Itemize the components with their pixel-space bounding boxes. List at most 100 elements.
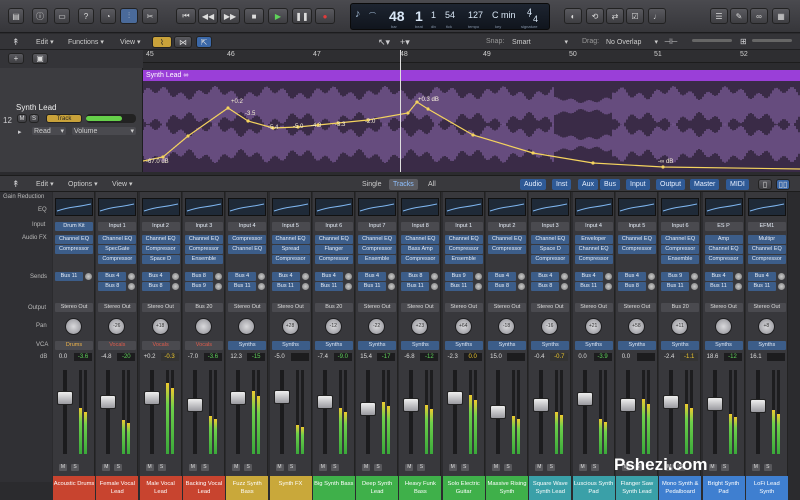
send-level-knob[interactable] bbox=[171, 283, 179, 290]
track-name-label[interactable]: Heavy Funk Bass bbox=[399, 476, 442, 500]
eq-thumbnail[interactable] bbox=[747, 198, 786, 216]
vca-assignment[interactable]: Synths bbox=[704, 341, 743, 350]
output-slot[interactable]: Stereo Out bbox=[747, 303, 786, 312]
audio-fx-slot[interactable]: Amp bbox=[704, 235, 743, 244]
mute-button[interactable]: M bbox=[17, 114, 27, 123]
send-slot[interactable]: Bus 4 bbox=[531, 272, 560, 281]
eq-thumbnail[interactable] bbox=[358, 198, 397, 216]
send-slot[interactable]: Bus 4 bbox=[141, 272, 170, 281]
volume-fader[interactable] bbox=[143, 391, 160, 405]
output-slot[interactable]: Stereo Out bbox=[141, 303, 180, 312]
pan-knob[interactable]: +28 bbox=[281, 318, 299, 335]
input-slot[interactable]: Input 6 bbox=[661, 222, 700, 231]
flex-icon[interactable]: ⋈ bbox=[174, 36, 192, 48]
fader-track[interactable] bbox=[625, 370, 630, 454]
audio-fx-slot[interactable]: Compressor bbox=[617, 245, 656, 254]
tab-all[interactable]: All bbox=[424, 179, 440, 190]
strip-solo-button[interactable]: S bbox=[330, 464, 339, 471]
input-slot[interactable]: Input 4 bbox=[228, 222, 267, 231]
pan-knob[interactable]: +58 bbox=[627, 318, 645, 335]
db-volume-value[interactable]: 15.0 bbox=[487, 353, 505, 361]
send-level-knob[interactable] bbox=[128, 283, 136, 290]
vca-assignment[interactable]: Synths bbox=[747, 341, 786, 350]
automation-node[interactable] bbox=[426, 107, 430, 111]
zoom-icon[interactable]: ⊞ bbox=[740, 37, 747, 46]
volume-fader[interactable] bbox=[576, 392, 593, 407]
filter-tab-input[interactable]: Input bbox=[626, 179, 650, 190]
send-level-knob[interactable] bbox=[258, 273, 266, 280]
send-level-knob[interactable] bbox=[301, 273, 309, 280]
send-level-knob[interactable] bbox=[777, 283, 785, 290]
output-slot[interactable]: Stereo Out bbox=[358, 303, 397, 312]
lcd-display[interactable]: ♪ ⌒ 48 1 1 54 127 C min 4 / 4 bar beat d… bbox=[350, 3, 550, 30]
play-icon[interactable]: ▶ bbox=[268, 8, 288, 24]
send-level-knob[interactable] bbox=[388, 273, 396, 280]
audio-fx-slot[interactable]: Ensemble bbox=[184, 255, 223, 264]
pointer-tool-icon[interactable]: ↖▾ bbox=[378, 37, 390, 48]
audio-fx-slot[interactable]: Channel EQ bbox=[184, 235, 223, 244]
audio-fx-slot[interactable]: Compressor bbox=[704, 255, 743, 264]
track-name-label[interactable]: Solo Electric Guitar bbox=[442, 476, 485, 500]
pan-knob[interactable]: +21 bbox=[584, 318, 602, 335]
automation-node[interactable] bbox=[226, 106, 230, 110]
output-slot[interactable]: Bus 20 bbox=[661, 303, 700, 312]
tab-single[interactable]: Single bbox=[358, 179, 385, 190]
send-slot[interactable]: Bus 9 bbox=[661, 272, 690, 281]
fader-track[interactable] bbox=[712, 370, 717, 454]
audio-fx-slot[interactable]: Multipr bbox=[747, 235, 786, 244]
volume-fader[interactable] bbox=[57, 391, 73, 405]
filter-tab-inst[interactable]: Inst bbox=[552, 179, 572, 190]
audio-fx-slot[interactable]: Compressor bbox=[574, 255, 613, 264]
volume-fader[interactable] bbox=[186, 398, 203, 412]
automation-node[interactable] bbox=[246, 119, 250, 123]
pan-knob[interactable] bbox=[65, 318, 82, 335]
audio-fx-slot[interactable]: Channel EQ bbox=[747, 245, 786, 254]
track-name-label[interactable]: Square Wave Synth Lead bbox=[529, 476, 572, 500]
eq-thumbnail[interactable] bbox=[444, 198, 483, 216]
track-name-label[interactable]: Big Synth Bass bbox=[312, 476, 355, 500]
eq-thumbnail[interactable] bbox=[314, 198, 353, 216]
solo-button[interactable]: S bbox=[29, 114, 39, 123]
audio-fx-slot[interactable]: Ensemble bbox=[358, 255, 397, 264]
volume-fader[interactable] bbox=[706, 396, 723, 411]
audio-fx-slot[interactable]: Compressor bbox=[358, 245, 397, 254]
output-slot[interactable]: Bus 20 bbox=[314, 303, 353, 312]
region-title-bar[interactable]: Synth Lead ∞ bbox=[143, 70, 800, 81]
track-name-label[interactable]: Mono Synth & Pedalboard bbox=[659, 476, 702, 500]
eq-thumbnail[interactable] bbox=[661, 198, 700, 216]
strip-solo-button[interactable]: S bbox=[374, 464, 383, 471]
send-level-knob[interactable] bbox=[214, 273, 222, 280]
automation-node[interactable] bbox=[591, 161, 595, 165]
send-level-knob[interactable] bbox=[647, 283, 655, 290]
strip-mute-button[interactable]: M bbox=[318, 464, 327, 471]
audio-fx-slot[interactable]: Ensemble bbox=[661, 255, 700, 264]
audio-fx-slot[interactable]: Flanger bbox=[314, 245, 353, 254]
vca-assignment[interactable]: Synths bbox=[271, 341, 310, 350]
eq-thumbnail[interactable] bbox=[401, 198, 440, 216]
send-slot[interactable]: Bus 8 bbox=[98, 282, 127, 291]
send-slot[interactable]: Bus 11 bbox=[271, 282, 300, 291]
send-slot[interactable]: Bus 11 bbox=[444, 282, 473, 291]
audio-fx-slot[interactable]: Channel EQ bbox=[574, 245, 613, 254]
pan-knob[interactable]: +18 bbox=[151, 318, 169, 335]
send-slot[interactable]: Bus 4 bbox=[98, 272, 127, 281]
send-level-knob[interactable] bbox=[171, 273, 179, 280]
loop-browser-icon[interactable]: ∞ bbox=[750, 8, 768, 24]
strip-mute-button[interactable]: M bbox=[232, 464, 241, 471]
solo-icon[interactable]: ☑ bbox=[626, 8, 644, 24]
eq-thumbnail[interactable] bbox=[184, 198, 223, 216]
volume-fader[interactable] bbox=[663, 395, 680, 410]
db-volume-value[interactable]: 12.3 bbox=[227, 353, 245, 361]
track-header[interactable]: 12 Synth Lead M S Track ▸ Read ▾ Volume ▾ bbox=[0, 68, 143, 172]
eq-thumbnail[interactable] bbox=[574, 198, 613, 216]
strip-mute-button[interactable]: M bbox=[708, 464, 717, 471]
add-track-icon[interactable]: + bbox=[8, 53, 24, 64]
send-slot[interactable]: Bus 4 bbox=[704, 272, 733, 281]
output-slot[interactable]: Stereo Out bbox=[271, 303, 310, 312]
send-level-knob[interactable] bbox=[604, 273, 612, 280]
pan-knob[interactable]: +8 bbox=[757, 318, 775, 335]
audio-fx-slot[interactable]: Space D bbox=[141, 255, 180, 264]
tracks-view-menu[interactable]: View ▾ bbox=[120, 38, 141, 47]
volume-fader[interactable] bbox=[533, 398, 550, 412]
strip-mute-button[interactable]: M bbox=[188, 464, 197, 471]
